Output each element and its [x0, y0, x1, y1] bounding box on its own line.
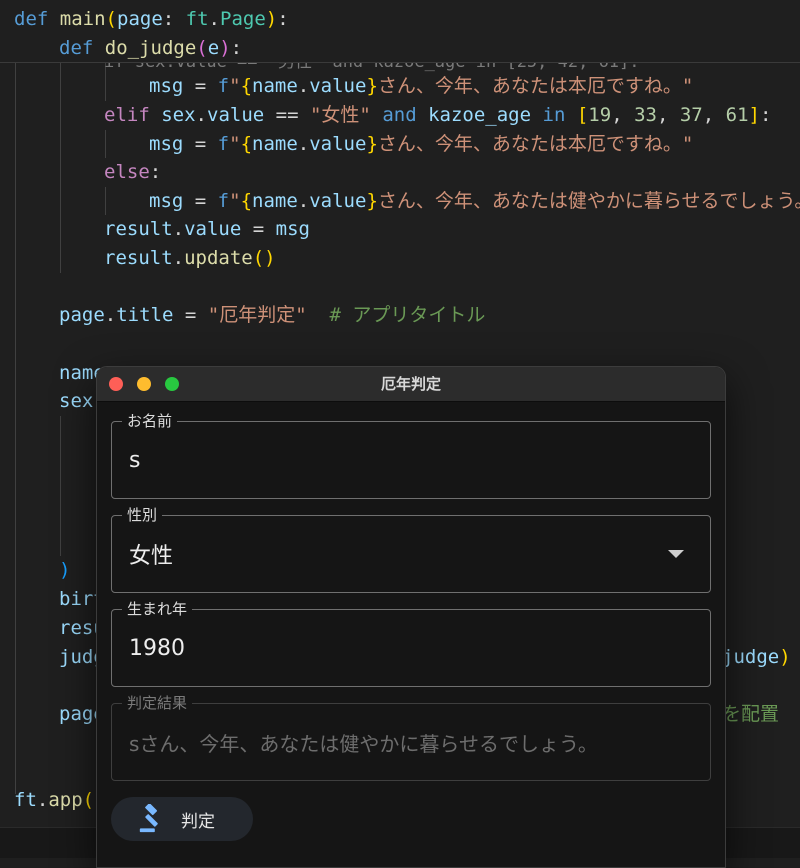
judge-button[interactable]: 判定 — [111, 797, 253, 841]
code-line: msg = f"{name.value}さん、今年、あなたは本厄ですね。" — [149, 133, 694, 155]
sticky-scroll-divider — [0, 62, 800, 63]
indent-guide — [105, 130, 106, 158]
gavel-icon — [139, 804, 158, 833]
code-line: msg = f"{name.value}さん、今年、あなたは本厄ですね。" — [149, 75, 694, 97]
code-line: def main(page: ft.Page): — [0, 5, 800, 34]
app-window: 厄年判定 お名前 s 性別 女性 生まれ年 1980 判定結果 sさん、今年、あ… — [96, 366, 726, 868]
sex-dropdown[interactable]: 性別 女性 — [111, 505, 711, 593]
indent-guide — [105, 187, 106, 215]
code-line: を配置 — [722, 703, 780, 725]
judge-button-label: 判定 — [181, 811, 215, 832]
code-line: result.update() — [104, 247, 276, 269]
indent-guide — [15, 34, 16, 794]
window-titlebar[interactable]: 厄年判定 — [97, 367, 725, 402]
code-line: ft.app( — [14, 789, 95, 811]
indent-guide — [60, 63, 61, 273]
name-field-value[interactable]: s — [129, 422, 140, 498]
code-line: def do_judge(e): — [0, 34, 800, 63]
code-line: sex — [59, 390, 94, 412]
code-line: page.title = "厄年判定" # アプリタイトル — [59, 304, 486, 326]
code-line: elif sex.value == "女性" and kazoe_age in … — [104, 104, 772, 126]
result-field-value: sさん、今年、あなたは健やかに暮らせるでしょう。 — [129, 731, 598, 756]
sex-dropdown-value[interactable]: 女性 — [129, 516, 173, 592]
indent-guide — [60, 416, 61, 556]
code-line: result.value = msg — [104, 218, 310, 240]
birth-year-value[interactable]: 1980 — [129, 610, 185, 686]
result-field: 判定結果 sさん、今年、あなたは健やかに暮らせるでしょう。 — [111, 693, 711, 781]
dropdown-arrow-icon[interactable] — [668, 550, 684, 558]
code-line: msg = f"{name.value}さん、今年、あなたは健やかに暮らせるでし… — [149, 190, 800, 212]
window-title: 厄年判定 — [380, 375, 441, 393]
code-line: ) — [59, 559, 71, 581]
code-line: else: — [104, 161, 162, 183]
birth-year-field[interactable]: 生まれ年 1980 — [111, 599, 711, 687]
code-line: judge) — [722, 646, 791, 668]
name-field[interactable]: お名前 s — [111, 411, 711, 499]
